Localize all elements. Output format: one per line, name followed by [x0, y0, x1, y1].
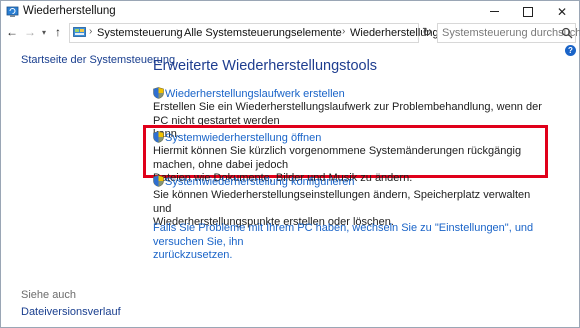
close-icon: ✕ [556, 4, 568, 19]
uac-shield-icon [153, 175, 164, 187]
forward-arrow-icon[interactable]: → [23, 25, 37, 39]
breadcrumb-separator-icon[interactable]: › [342, 26, 345, 37]
help-icon[interactable]: ? [565, 45, 576, 56]
description-line: Hiermit können Sie kürzlich vorgenommene… [153, 145, 522, 171]
sidebar-home-link[interactable]: Startseite der Systemsteuerung [21, 54, 175, 66]
breadcrumb-systemsteuerung[interactable]: Systemsteuerung [97, 27, 183, 39]
create-recovery-drive-link[interactable]: Wiederherstellungslaufwerk erstellen [165, 88, 345, 100]
search-input[interactable]: Systemsteuerung durchsuchen [442, 27, 580, 39]
reset-pc-settings-link[interactable]: Falls Sie Probleme mit Ihrem PC haben, w… [153, 222, 543, 263]
open-system-restore-link[interactable]: Systemwiederherstellung öffnen [165, 132, 321, 144]
maximize-button[interactable] [511, 1, 545, 22]
link-line[interactable]: zurückzusetzen. [153, 249, 543, 263]
search-icon[interactable] [561, 27, 573, 39]
recovery-app-icon [6, 6, 19, 17]
refresh-icon[interactable]: ↻ [420, 25, 434, 39]
title-bar[interactable]: Wiederherstellung ✕ [1, 1, 579, 22]
minimize-button[interactable] [477, 1, 511, 22]
address-bar[interactable]: › Systemsteuerung › Alle Systemsteuerung… [69, 23, 476, 43]
up-arrow-icon[interactable]: ↑ [51, 25, 65, 39]
control-panel-icon [73, 27, 86, 37]
link-line[interactable]: Falls Sie Probleme mit Ihrem PC haben, w… [153, 222, 543, 249]
see-also-heading: Siehe auch [21, 289, 77, 301]
maximize-icon [523, 6, 533, 17]
file-history-link[interactable]: Dateiversionsverlauf [21, 306, 121, 318]
uac-shield-icon [153, 131, 164, 143]
back-arrow-icon[interactable]: ← [5, 25, 19, 39]
description-line: Erstellen Sie ein Wiederherstellungslauf… [153, 101, 542, 127]
uac-shield-icon [153, 87, 164, 99]
breadcrumb-alle-elemente[interactable]: Alle Systemsteuerungselemente [184, 27, 342, 39]
close-button[interactable]: ✕ [545, 1, 579, 22]
breadcrumb-separator-icon[interactable]: › [176, 26, 179, 37]
window-title: Wiederherstellung [23, 5, 116, 17]
configure-system-restore-link[interactable]: Systemwiederherstellung konfigurieren [165, 176, 355, 188]
description-line: Sie können Wiederherstellungseinstellung… [153, 189, 531, 215]
navigation-bar: ← → ▾ ↑ › Systemsteuerung › Alle Systems… [1, 22, 580, 44]
minimize-icon [489, 11, 499, 12]
window: Wiederherstellung ✕ ← → ▾ ↑ › Systemsteu… [0, 0, 580, 328]
search-box[interactable]: Systemsteuerung durchsuchen [437, 23, 580, 43]
recent-locations-chevron-icon[interactable]: ▾ [40, 25, 48, 39]
page-title: Erweiterte Wiederherstellungstools [153, 58, 378, 74]
breadcrumb-separator-icon[interactable]: › [89, 26, 92, 37]
